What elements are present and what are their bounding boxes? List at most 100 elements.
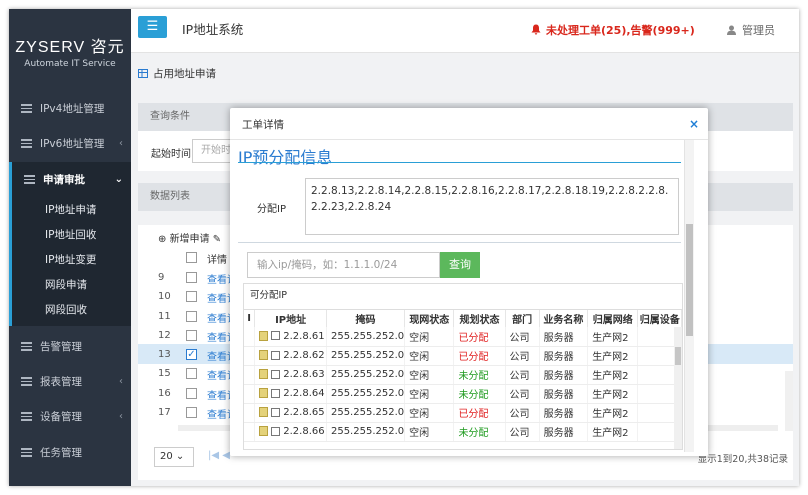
column-header[interactable]: 归属网络 [587,310,639,327]
table-row[interactable]: 2.2.8.64 255.255.252.0 空闲 未分配 公司 服务器 生产网… [244,384,682,404]
row-checkbox[interactable] [186,311,197,322]
sidebar-item-approval[interactable]: 申请审批 ⌄ [9,162,131,196]
table-scrollbar-thumb[interactable] [675,347,681,365]
allocated-ip-label: 分配IP [257,204,286,215]
owner-network: 生产网2 [587,365,639,385]
submenu-ip-change[interactable]: IP地址变更 [12,248,131,273]
list-icon [21,138,32,148]
chevron-left-icon: ‹ [119,137,123,149]
section-divider [238,162,681,163]
close-icon[interactable]: × [689,117,699,131]
app-title: IP地址系统 [182,22,244,37]
table-icon [138,69,148,78]
sidebar-submenu: IP地址申请 IP地址回收 IP地址变更 网段申请 网段回收 [9,196,131,326]
sidebar-item-label: IPv6地址管理 [40,137,105,150]
table-row[interactable]: 2.2.8.62 255.255.252.0 空闲 已分配 公司 服务器 生产网… [244,346,682,366]
table-row[interactable]: 2.2.8.66 255.255.252.0 空闲 未分配 公司 服务器 生产网… [244,422,682,442]
row-checkbox[interactable] [186,330,197,341]
allocated-ip-textarea[interactable]: 2.2.8.13,2.2.8.14,2.2.8.15,2.2.8.16,2.2.… [305,178,679,235]
column-header[interactable]: 现网状态 [404,310,455,327]
column-header[interactable]: 归属设备 [637,310,682,327]
column-header[interactable]: 部门 [505,310,540,327]
owner-network: 生产网2 [587,422,639,442]
mask: 255.255.252.0 [326,365,406,385]
submenu-segment-reclaim[interactable]: 网段回收 [12,298,131,323]
column-header[interactable]: IP地址 [254,310,327,327]
row-number: 9 [158,272,165,283]
submenu-ip-reclaim[interactable]: IP地址回收 [12,223,131,248]
sidebar-item-ipv6[interactable]: IPv6地址管理 ‹ [9,126,131,160]
ip-query-input[interactable]: 输入ip/掩码，如：1.1.1.0/24 [247,252,440,278]
breadcrumb: 占用地址申请 [138,66,216,81]
sidebar-item-device[interactable]: 设备管理 ‹ [9,399,131,433]
plan-status: 未分配 [453,422,506,442]
table-row[interactable]: 2.2.8.63 255.255.252.0 空闲 未分配 公司 服务器 生产网… [244,365,682,385]
edit-icon[interactable]: ✎ [213,234,221,245]
row-checkbox[interactable] [271,369,281,379]
column-header[interactable]: 规划状态 [453,310,506,327]
row-checkbox[interactable] [186,407,197,418]
list-icon [21,447,32,457]
file-icon [259,407,269,417]
column-header[interactable]: 掩码 [326,310,406,327]
table-row[interactable]: 2.2.8.61 255.255.252.0 空闲 已分配 公司 服务器 生产网… [244,327,682,347]
mask: 255.255.252.0 [326,346,406,366]
ip-address: 2.2.8.65 [283,407,325,418]
table-row[interactable]: 2.2.8.65 255.255.252.0 空闲 已分配 公司 服务器 生产网… [244,403,682,423]
row-number: 13 [158,349,171,360]
query-button[interactable]: 查询 [440,252,480,278]
row-checkbox[interactable] [271,407,281,417]
row-checkbox[interactable] [186,388,197,399]
table-scrollbar[interactable] [674,327,682,449]
row-number: 11 [158,311,171,322]
sidebar-item-label: 申请审批 [43,173,85,186]
sidebar-item-ipv4[interactable]: IPv4地址管理 [9,91,131,125]
row-checkbox[interactable] [186,272,197,283]
submenu-ip-apply[interactable]: IP地址申请 [12,198,131,223]
list-icon [21,341,32,351]
row-checkbox-checked[interactable]: ✓ [186,349,197,360]
submenu-segment-apply[interactable]: 网段申请 [12,273,131,298]
user-menu[interactable]: 管理员 [727,22,775,38]
divider [238,242,681,243]
column-header[interactable]: 业务名称 [539,310,589,327]
owner-network: 生产网2 [587,384,639,404]
top-bar: ☰ IP地址系统 未处理工单(25),告警(999+) 管理员 [131,9,799,53]
row-checkbox[interactable] [271,426,281,436]
sidebar-item-report[interactable]: 报表管理 ‹ [9,364,131,398]
file-icon [259,388,269,398]
sidebar: ZYSERV 咨元 Automate IT Service IPv4地址管理 I… [9,9,131,486]
logo: ZYSERV 咨元 Automate IT Service [9,9,131,88]
business-name: 服务器 [539,422,589,442]
row-checkbox[interactable] [271,331,281,341]
breadcrumb-text: 占用地址申请 [153,68,216,80]
ip-address: 2.2.8.66 [283,426,325,437]
add-request-button[interactable]: ⊕ 新增申请 ✎ [158,230,221,245]
sidebar-item-label: 设备管理 [40,410,82,423]
chevron-left-icon: ‹ [119,375,123,387]
business-name: 服务器 [539,365,589,385]
list-icon [24,174,35,184]
sidebar-item-alarm[interactable]: 告警管理 [9,329,131,363]
department: 公司 [505,403,540,423]
select-all-checkbox[interactable] [186,252,197,263]
alert-link[interactable]: 未处理工单(25),告警(999+) [531,22,695,38]
list-scrollbar[interactable] [785,371,793,431]
sidebar-item-task[interactable]: 任务管理 [9,435,131,469]
row-checkbox[interactable] [271,388,281,398]
business-name: 服务器 [539,327,589,347]
file-icon [259,330,269,341]
pager-first-icon[interactable]: |◀ ◀ [208,450,230,461]
row-number: 15 [158,368,171,379]
network-status: 空闲 [404,384,455,404]
chevron-down-icon: ⌄ [114,173,123,185]
menu-toggle-button[interactable]: ☰ [138,16,167,38]
row-checkbox[interactable] [186,291,197,302]
owner-network: 生产网2 [587,403,639,423]
modal-scrollbar[interactable] [684,140,694,452]
page-size-select[interactable]: 20 ⌄ [154,447,194,467]
row-checkbox[interactable] [186,368,197,379]
modal-scrollbar-thumb[interactable] [686,224,693,336]
row-checkbox[interactable] [271,350,281,360]
owner-network: 生产网2 [587,346,639,366]
